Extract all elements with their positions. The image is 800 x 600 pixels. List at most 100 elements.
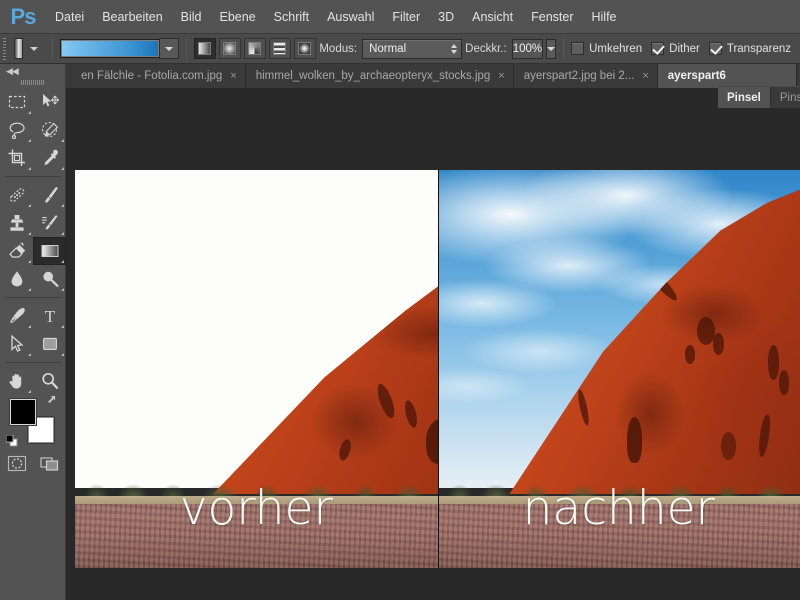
gradient-type-group	[193, 38, 316, 59]
tool-eyedropper[interactable]	[33, 144, 66, 172]
tool-gradient[interactable]	[33, 237, 66, 265]
menu-hilfe[interactable]: Hilfe	[583, 0, 626, 34]
foreground-color-swatch[interactable]	[10, 399, 36, 425]
mode-label: Modus:	[319, 42, 358, 55]
marquee-icon	[8, 95, 25, 109]
after-caption: nachher	[522, 481, 715, 537]
tool-move[interactable]	[33, 88, 66, 116]
tool-history-brush[interactable]	[33, 209, 66, 237]
dodge-icon	[42, 271, 58, 287]
document-tab-2[interactable]: himmel_wolken_by_archaeopteryx_stocks.jp…	[245, 64, 514, 88]
quick-mask-button[interactable]	[3, 451, 31, 477]
gradient-icon	[41, 245, 58, 257]
document-tab-1-label: en Fälchle - Fotolia.com.jpg	[81, 70, 223, 82]
blend-mode-spinner-icon	[451, 43, 458, 54]
document-tab-4-label: ayerspart6	[667, 70, 726, 82]
reverse-label: Umkehren	[589, 42, 643, 55]
tools-grid: T	[0, 88, 66, 395]
document-tab-2-label: himmel_wolken_by_archaeopteryx_stocks.jp…	[255, 70, 491, 82]
close-icon[interactable]: ×	[642, 70, 648, 82]
linear-gradient-button[interactable]	[193, 38, 216, 59]
dither-checkbox-row[interactable]: Dither	[651, 42, 700, 55]
tool-crop[interactable]	[0, 144, 33, 172]
opacity-chevron-down-icon[interactable]	[546, 38, 557, 59]
diamond-gradient-button[interactable]	[293, 38, 316, 59]
gradient-picker-chevron-down-icon[interactable]	[158, 38, 179, 59]
tools-panel-grip[interactable]	[20, 80, 45, 85]
tool-path-selection[interactable]	[0, 330, 33, 358]
tool-marquee[interactable]	[0, 88, 33, 116]
transparency-checkbox-row[interactable]: Transparenz	[708, 42, 791, 55]
tool-brush[interactable]	[33, 181, 66, 209]
menu-bild[interactable]: Bild	[172, 0, 211, 34]
crop-icon	[8, 149, 25, 166]
menu-3d[interactable]: 3D	[429, 0, 463, 34]
document-tab-4[interactable]: ayerspart6	[657, 64, 797, 88]
menu-filter[interactable]: Filter	[383, 0, 429, 34]
tool-hand[interactable]	[0, 367, 33, 395]
canvas-area[interactable]: vorher nachher	[66, 88, 800, 600]
tool-spot-healing-brush[interactable]	[0, 181, 33, 209]
photoshop-window: Ps Datei Bearbeiten Bild Ebene Schrift A…	[0, 0, 800, 600]
tools-divider	[5, 297, 61, 298]
quick-mask-icon	[7, 455, 26, 472]
tools-panel: ◀◀ T	[0, 64, 66, 600]
comparison-divider	[437, 170, 439, 568]
menu-bearbeiten[interactable]: Bearbeiten	[93, 0, 171, 34]
close-icon[interactable]: ×	[230, 70, 236, 82]
tool-preset-chevron-down-icon[interactable]	[29, 46, 38, 51]
opacity-input[interactable]: 100%	[511, 38, 544, 59]
move-icon	[42, 94, 59, 107]
reverse-checkbox-row[interactable]: Umkehren	[571, 42, 642, 55]
hand-icon	[8, 373, 21, 389]
tool-rectangle[interactable]	[33, 330, 66, 358]
before-image[interactable]: vorher	[75, 170, 438, 568]
angle-gradient-button[interactable]	[243, 38, 266, 59]
transparency-checkbox[interactable]	[708, 42, 722, 55]
close-icon[interactable]: ×	[498, 70, 504, 82]
tool-quick-selection[interactable]	[33, 116, 66, 144]
document-tab-3[interactable]: ayerspart2.jpg bei 2... ×	[513, 64, 658, 88]
panel-tab-pinsel[interactable]: Pinsel	[718, 87, 771, 108]
tool-lasso[interactable]	[0, 116, 33, 144]
type-icon: T	[44, 307, 55, 326]
screen-mode-icon	[39, 457, 58, 471]
gradient-preview-swatch[interactable]	[59, 39, 160, 58]
menu-ansicht[interactable]: Ansicht	[463, 0, 522, 34]
history-brush-icon	[41, 215, 57, 230]
collapse-panel-icon[interactable]: ◀◀	[6, 66, 19, 77]
radial-gradient-button[interactable]	[218, 38, 241, 59]
after-image[interactable]: nachher	[437, 170, 800, 568]
swap-colors-icon[interactable]	[47, 395, 59, 407]
tool-blur[interactable]	[0, 265, 33, 293]
document-image[interactable]: vorher nachher	[75, 170, 800, 568]
document-tab-1[interactable]: en Fälchle - Fotolia.com.jpg ×	[71, 64, 246, 88]
reverse-checkbox[interactable]	[571, 42, 585, 55]
default-colors-icon[interactable]	[6, 435, 18, 447]
tool-type[interactable]: T	[33, 302, 66, 330]
tool-preset-swatch[interactable]	[13, 38, 23, 59]
menu-datei[interactable]: Datei	[46, 0, 93, 34]
menu-ebene[interactable]: Ebene	[211, 0, 265, 34]
path-selection-icon	[10, 334, 24, 352]
tools-panel-header[interactable]: ◀◀	[0, 64, 65, 79]
panel-tab-pinselvorgaben[interactable]: Pinselvo	[770, 87, 800, 108]
tool-zoom[interactable]	[33, 367, 66, 395]
reflected-gradient-button[interactable]	[268, 38, 291, 59]
dither-checkbox[interactable]	[651, 42, 665, 55]
menu-fenster[interactable]: Fenster	[522, 0, 582, 34]
blend-mode-select[interactable]: Normal	[362, 38, 463, 59]
menu-auswahl[interactable]: Auswahl	[318, 0, 383, 34]
options-bar-grip[interactable]	[3, 37, 6, 60]
tool-pen[interactable]	[0, 302, 33, 330]
screen-mode-button[interactable]	[36, 451, 64, 477]
lasso-icon	[9, 122, 25, 140]
menu-schrift[interactable]: Schrift	[265, 0, 318, 34]
brush-icon	[44, 187, 58, 203]
tool-clone-stamp[interactable]	[0, 209, 33, 237]
color-swatches	[0, 395, 66, 449]
tool-dodge[interactable]	[33, 265, 66, 293]
spot-healing-brush-icon	[9, 188, 24, 202]
blur-icon	[11, 271, 22, 287]
tool-eraser[interactable]	[0, 237, 33, 265]
